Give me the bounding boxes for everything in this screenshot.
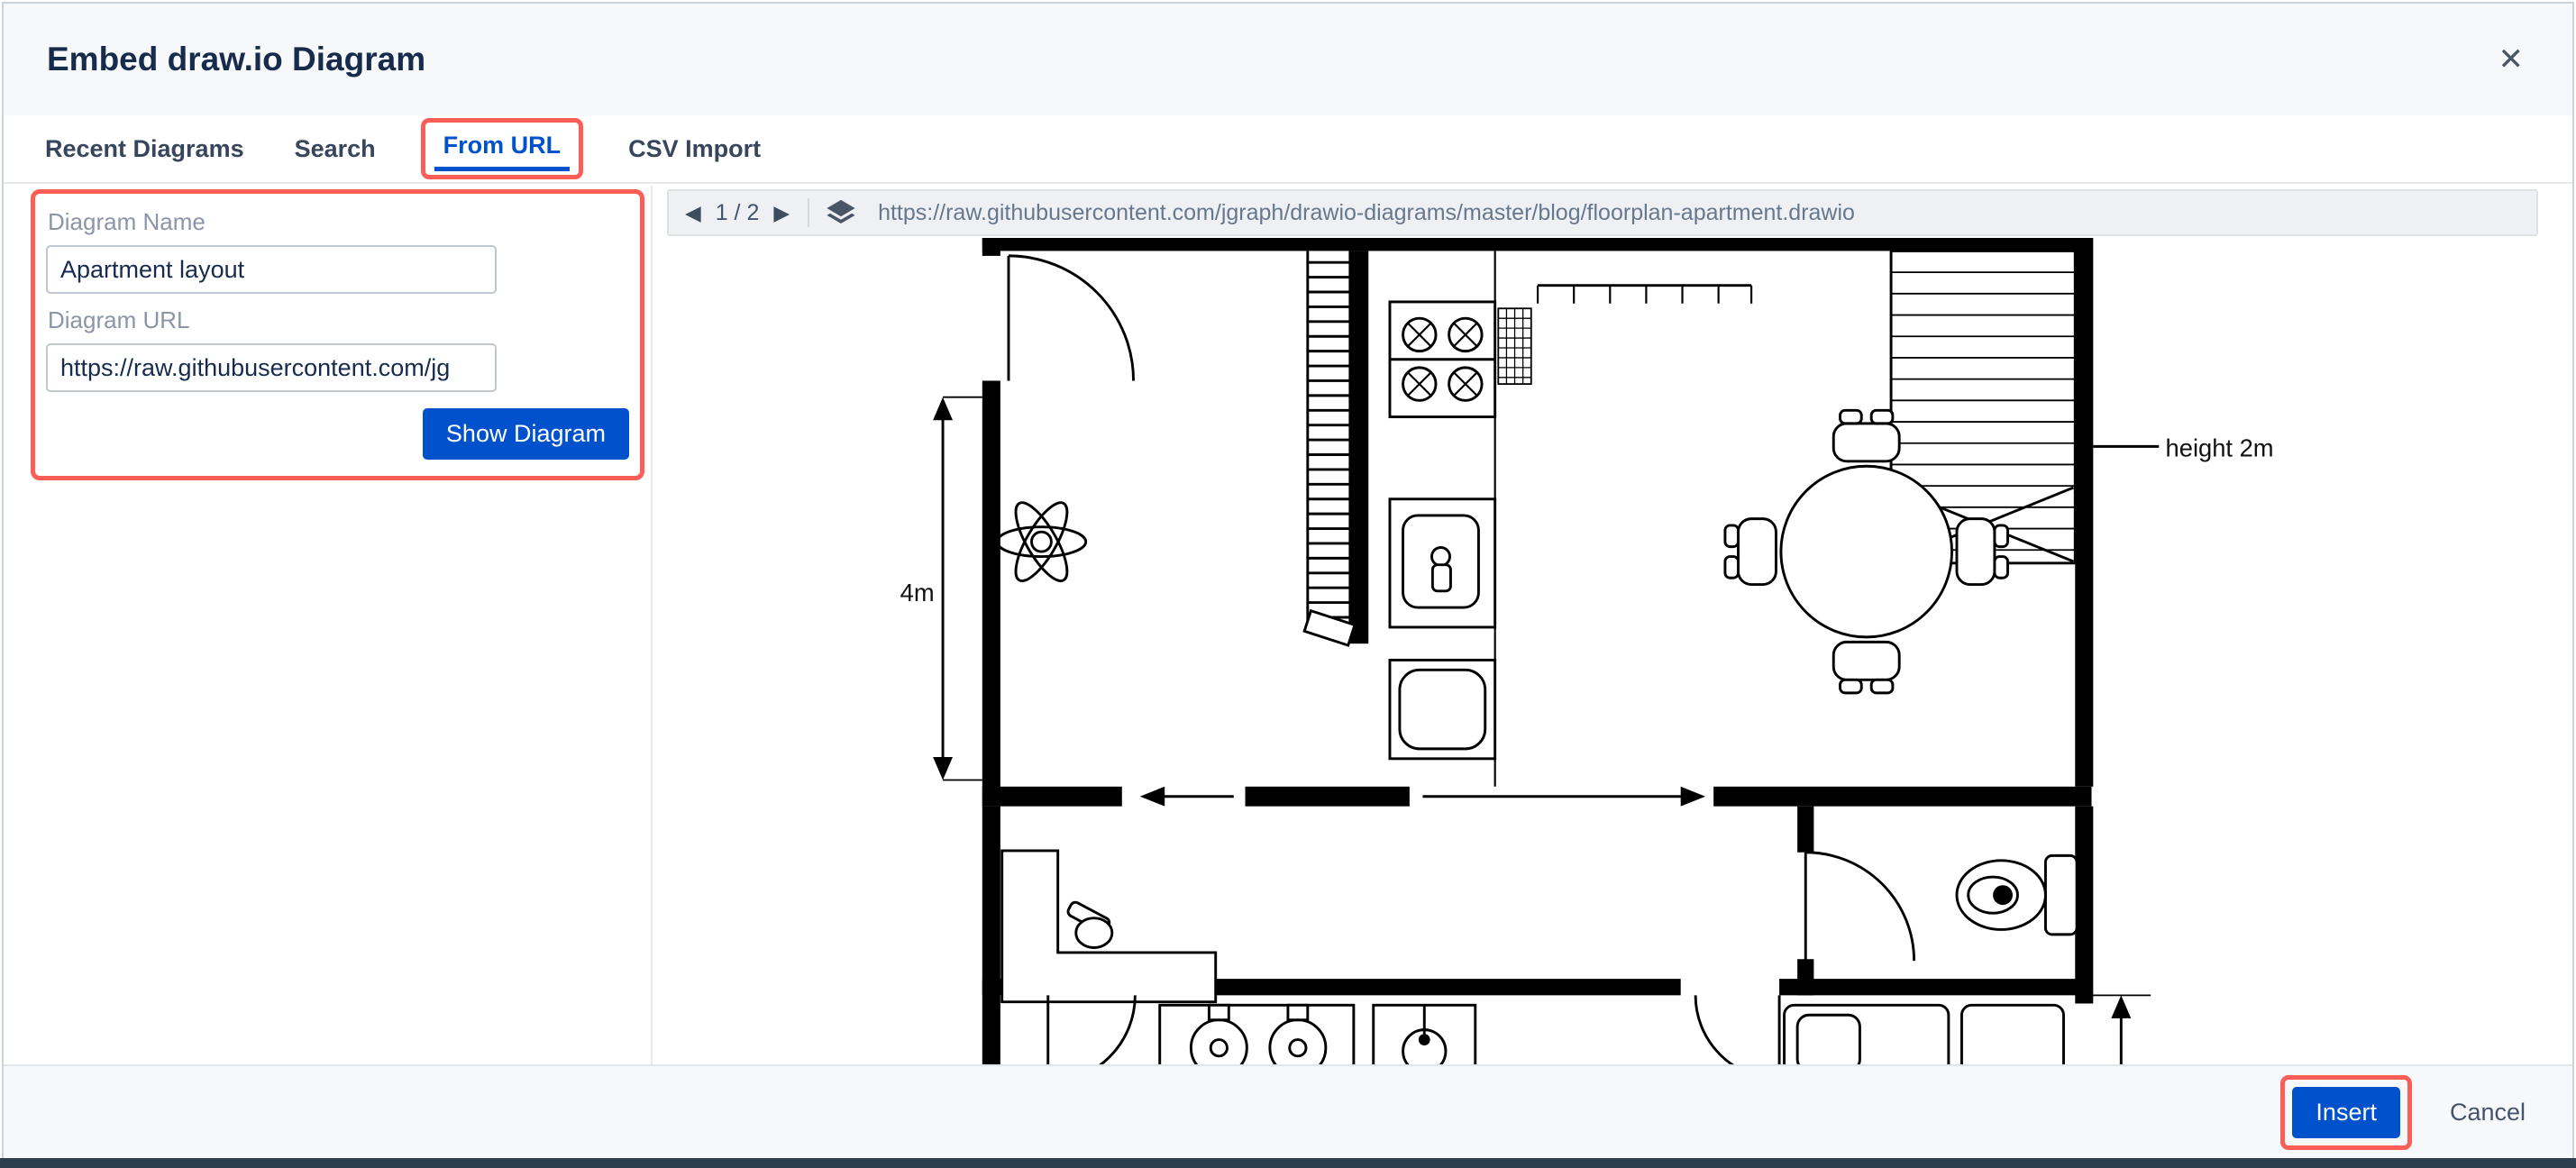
annotation-box-insert: Insert <box>2280 1075 2412 1150</box>
page-indicator: 1 / 2 <box>716 200 760 226</box>
window-bottom-edge <box>0 1158 2576 1168</box>
from-url-panel: Diagram Name Diagram URL Show Diagram <box>4 186 653 1064</box>
show-diagram-row: Show Diagram <box>46 408 629 460</box>
floorplan-fixtures <box>933 251 2159 1064</box>
diagram-preview: 4m height 2m <box>654 238 2572 1064</box>
insert-button[interactable]: Insert <box>2292 1087 2400 1138</box>
cancel-button[interactable]: Cancel <box>2444 1098 2531 1127</box>
tab-csv-import[interactable]: CSV Import <box>623 134 766 164</box>
diagram-url-label: Diagram URL <box>48 306 627 334</box>
active-tab-underline <box>434 167 571 171</box>
annotation-box-form: Diagram Name Diagram URL Show Diagram <box>31 189 644 480</box>
next-page-icon[interactable]: ▶ <box>772 201 791 225</box>
toolbar-divider <box>808 198 809 227</box>
tab-bar: Recent Diagrams Search From URL CSV Impo… <box>4 115 2572 184</box>
annotation-box-from-url: From URL <box>421 118 584 179</box>
dialog-footer: Insert Cancel <box>4 1064 2572 1158</box>
dialog-header: Embed draw.io Diagram ✕ <box>4 4 2572 115</box>
floorplan-drawing: 4m height 2m <box>897 238 2310 1064</box>
height-2m-label: height 2m <box>2166 433 2274 461</box>
dimension-4m-label: 4m <box>900 579 935 607</box>
preview-toolbar: ◀ 1 / 2 ▶ https://raw.githubusercontent.… <box>667 189 2538 236</box>
tab-recent-diagrams[interactable]: Recent Diagrams <box>40 134 250 164</box>
diagram-source-url: https://raw.githubusercontent.com/jgraph… <box>878 200 1855 226</box>
diagram-name-input[interactable] <box>46 245 497 294</box>
close-icon[interactable]: ✕ <box>2493 43 2530 76</box>
dialog-title: Embed draw.io Diagram <box>47 41 425 78</box>
show-diagram-button[interactable]: Show Diagram <box>423 408 629 460</box>
tab-search[interactable]: Search <box>289 134 381 164</box>
tab-from-url[interactable]: From URL <box>438 131 567 160</box>
diagram-name-label: Diagram Name <box>48 208 627 236</box>
diagram-url-input[interactable] <box>46 343 497 392</box>
previous-page-icon[interactable]: ◀ <box>683 201 703 225</box>
layers-icon[interactable] <box>826 197 856 228</box>
